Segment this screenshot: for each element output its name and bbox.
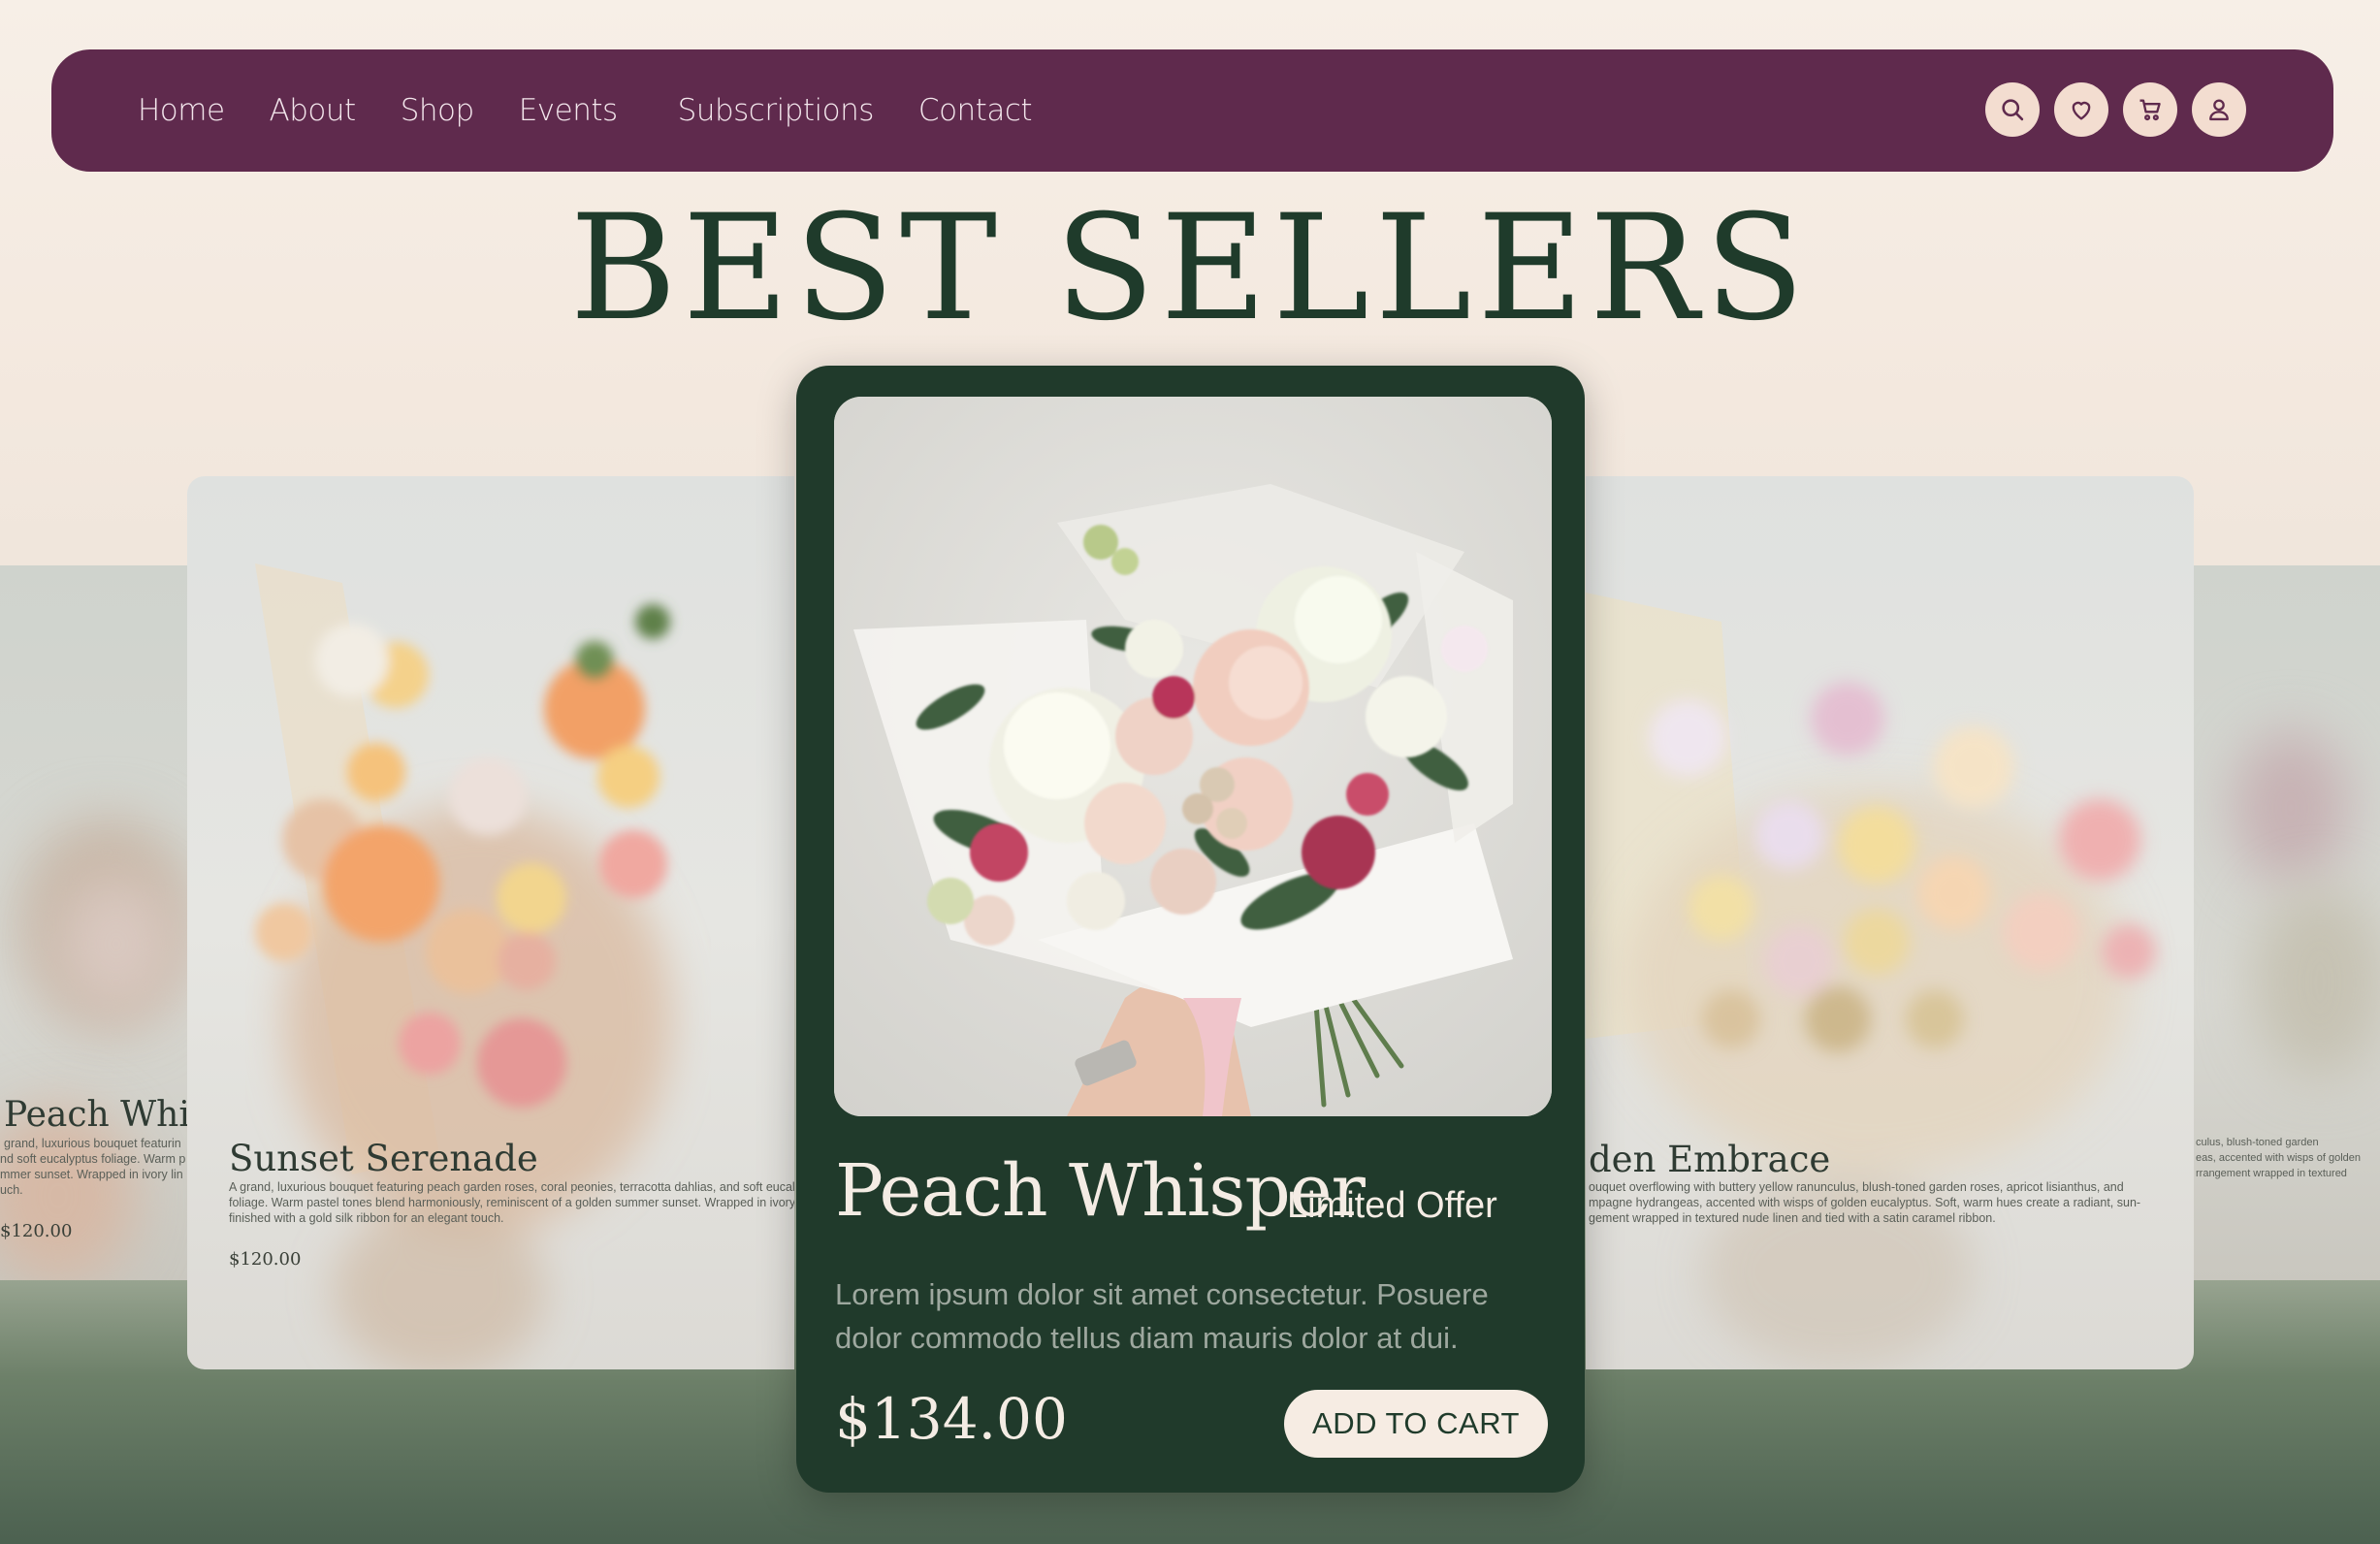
nav-subscriptions[interactable]: Subscriptions: [678, 93, 875, 128]
top-navbar: Home About Shop Events Subscriptions Con…: [51, 49, 2333, 172]
add-to-cart-button[interactable]: ADD TO CART: [1284, 1390, 1548, 1458]
nav-contact[interactable]: Contact: [918, 93, 1033, 128]
user-icon[interactable]: [2192, 82, 2246, 137]
nav-links: Home About Shop Events Subscriptions Con…: [138, 49, 1077, 172]
bouquet-image-blur: [58, 876, 175, 1012]
card-desc-line: rrangement wrapped in textured: [2196, 1168, 2347, 1179]
product-card-far-left[interactable]: Peach Whisp grand, luxurious bouquet fea…: [0, 565, 189, 1280]
card-title: Peach Whisp: [4, 1095, 189, 1135]
product-card-far-right[interactable]: culus, blush-toned garden eas, accented …: [2194, 565, 2380, 1280]
card-desc-line: mpagne hydrangeas, accented with wisps o…: [1589, 1196, 2141, 1209]
nav-home[interactable]: Home: [138, 93, 225, 128]
bouquet-image: [834, 397, 1552, 1116]
featured-product-price: $134.00: [835, 1386, 1068, 1452]
card-desc-line: mmer sunset. Wrapped in ivory lin: [0, 1168, 183, 1181]
featured-product-name: Peach Whisper: [835, 1149, 1366, 1233]
card-desc-line: A grand, luxurious bouquet featuring pea…: [229, 1180, 794, 1194]
cart-icon[interactable]: [2123, 82, 2177, 137]
card-title: den Embrace: [1589, 1139, 1831, 1180]
nav-about[interactable]: About: [270, 93, 357, 128]
card-desc-line: grand, luxurious bouquet featurin: [4, 1137, 181, 1150]
limited-offer-badge: Limited Offer: [1287, 1185, 1497, 1226]
bouquet-image-blur: [2233, 730, 2349, 885]
bouquet-image: [1586, 593, 2156, 1368]
featured-product-image: [834, 397, 1552, 1116]
card-desc-line: culus, blush-toned garden: [2196, 1137, 2319, 1148]
featured-product-description: Lorem ipsum dolor sit amet consectetur. …: [835, 1277, 1489, 1355]
card-desc-line: finished with a gold silk ribbon for an …: [229, 1211, 504, 1225]
card-price: $120.00: [229, 1249, 302, 1270]
bouquet-image-blur: [2252, 885, 2380, 1079]
bouquet-image: [255, 563, 672, 1369]
nav-icon-group: [1985, 82, 2246, 137]
search-icon[interactable]: [1985, 82, 2040, 137]
featured-product-card[interactable]: Peach Whisper Limited Offer Lorem ipsum …: [796, 366, 1585, 1493]
card-desc-line: nd soft eucalyptus foliage. Warm p: [0, 1152, 186, 1166]
card-desc-line: uch.: [0, 1183, 23, 1197]
product-card-sunset-serenade[interactable]: Sunset Serenade A grand, luxurious bouqu…: [187, 476, 794, 1369]
product-card-golden-embrace[interactable]: den Embrace ouquet overflowing with butt…: [1586, 476, 2194, 1369]
nav-events[interactable]: Events: [519, 93, 618, 128]
card-desc-line: gement wrapped in textured nude linen an…: [1589, 1211, 1996, 1225]
card-desc-line: eas, accented with wisps of golden: [2196, 1152, 2361, 1164]
card-desc-line: foliage. Warm pastel tones blend harmoni…: [229, 1196, 794, 1209]
card-desc-line: ouquet overflowing with buttery yellow r…: [1589, 1180, 2124, 1194]
page-title: BEST SELLERS: [569, 184, 1811, 353]
card-price: $120.00: [0, 1221, 73, 1241]
nav-shop[interactable]: Shop: [401, 93, 474, 128]
card-title: Sunset Serenade: [229, 1138, 538, 1179]
heart-icon[interactable]: [2054, 82, 2108, 137]
